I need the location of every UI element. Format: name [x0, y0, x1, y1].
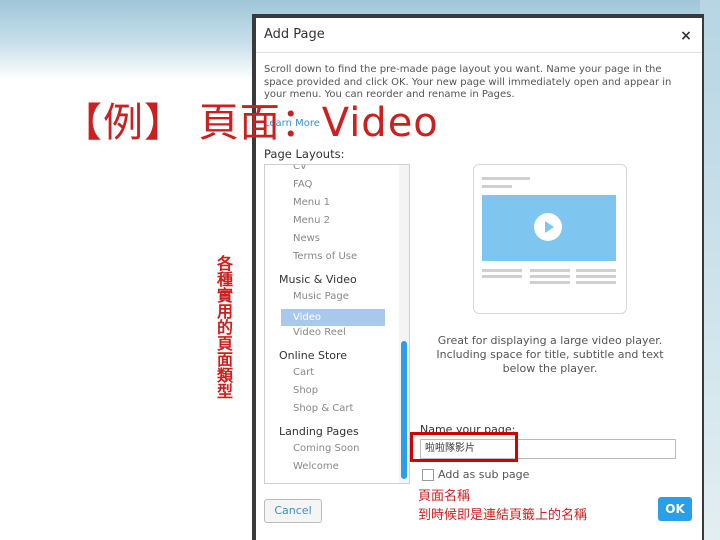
preview-text-line — [530, 281, 570, 284]
layouts-scroll-thumb[interactable] — [401, 341, 407, 479]
layout-item[interactable]: FAQ — [293, 179, 312, 190]
preview-text-line — [576, 275, 616, 278]
ok-button[interactable]: OK — [658, 497, 692, 521]
checkbox-icon[interactable] — [422, 469, 434, 481]
preview-text-line — [576, 281, 616, 284]
dialog-header: Add Page × — [256, 18, 702, 53]
preview-text-line — [530, 275, 570, 278]
layout-item[interactable]: Welcome — [293, 461, 339, 472]
layout-item-selected[interactable]: Video — [281, 309, 385, 326]
preview-text-line — [482, 275, 522, 278]
preview-title-line — [482, 177, 530, 180]
close-icon[interactable]: × — [678, 28, 694, 44]
slide-vertical-label: 各種實用的頁面類型 — [216, 254, 233, 401]
layouts-scrollbar[interactable] — [399, 165, 409, 483]
layout-item[interactable]: News — [293, 233, 320, 244]
cancel-button[interactable]: Cancel — [264, 499, 322, 523]
slide-title: 【例】 頁面：Video — [62, 100, 439, 146]
layout-description: Great for displaying a large video playe… — [436, 334, 664, 375]
layout-item[interactable]: Cart — [293, 367, 314, 378]
layout-item[interactable]: Menu 1 — [293, 197, 330, 208]
layout-preview-card — [473, 164, 627, 314]
layout-item[interactable]: Music Page — [293, 291, 349, 302]
preview-text-line — [576, 269, 616, 272]
preview-subtitle-line — [482, 185, 512, 188]
layout-item[interactable]: Coming Soon — [293, 443, 359, 454]
layout-group-label: Online Store — [279, 349, 348, 362]
layout-group-label: Music & Video — [279, 273, 357, 286]
layout-item[interactable]: CV — [293, 165, 307, 172]
play-icon — [534, 213, 562, 241]
page-layouts-label: Page Layouts: — [264, 147, 345, 161]
layout-group-label: Landing Pages — [279, 425, 359, 438]
page-name-highlight — [410, 432, 518, 462]
preview-text-line — [482, 269, 522, 272]
preview-text-line — [530, 269, 570, 272]
annotation-page-name-detail: 到時候即是連結頁籤上的名稱 — [418, 508, 588, 523]
dialog-title: Add Page — [264, 27, 325, 42]
layout-item[interactable]: Shop & Cart — [293, 403, 353, 414]
preview-video-area — [482, 195, 616, 261]
sub-page-label[interactable]: Add as sub page — [438, 468, 529, 481]
layout-item[interactable]: Video Reel — [293, 327, 346, 338]
page-layouts-list[interactable]: CV FAQ Menu 1 Menu 2 News Terms of Use Music &… — [264, 164, 410, 484]
annotation-page-name: 頁面名稱 — [418, 489, 471, 504]
layout-item[interactable]: Terms of Use — [293, 251, 357, 262]
layout-item[interactable]: Shop — [293, 385, 318, 396]
layout-item[interactable]: Menu 2 — [293, 215, 330, 226]
